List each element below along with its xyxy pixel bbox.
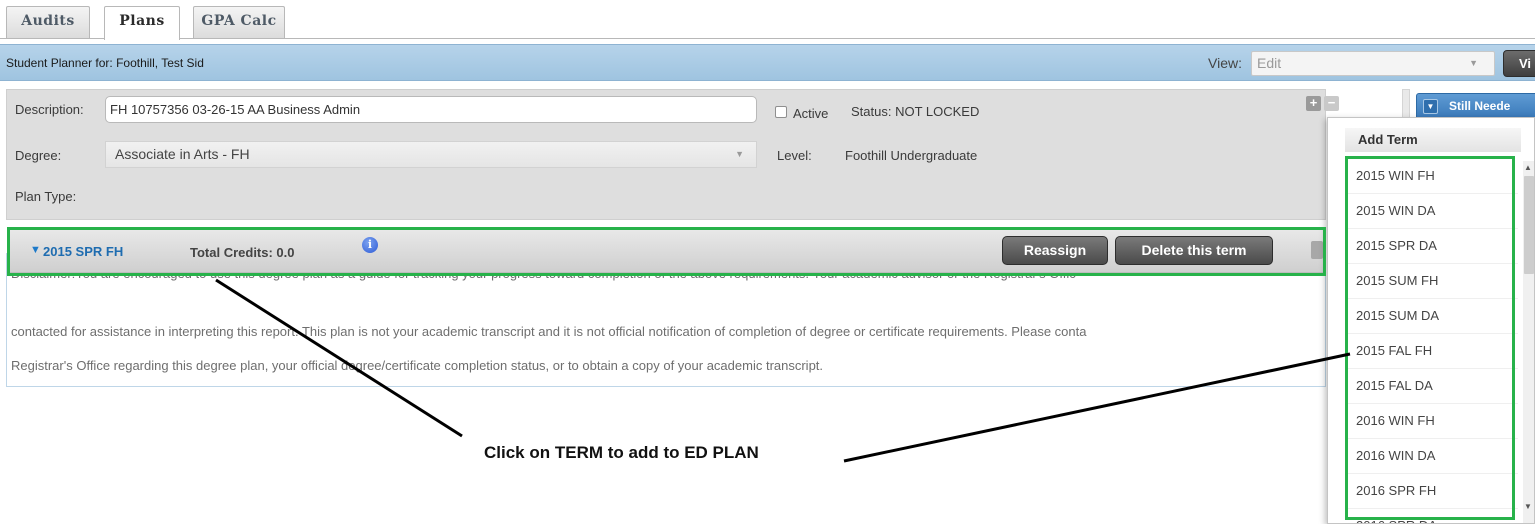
arrow-line-left (215, 278, 463, 438)
arrow-line-right (843, 352, 1351, 463)
annotation-arrows (215, 278, 1351, 463)
annotation-callout: Click on TERM to add to ED PLAN (484, 443, 759, 462)
tab-plans[interactable]: Plans (104, 6, 180, 40)
